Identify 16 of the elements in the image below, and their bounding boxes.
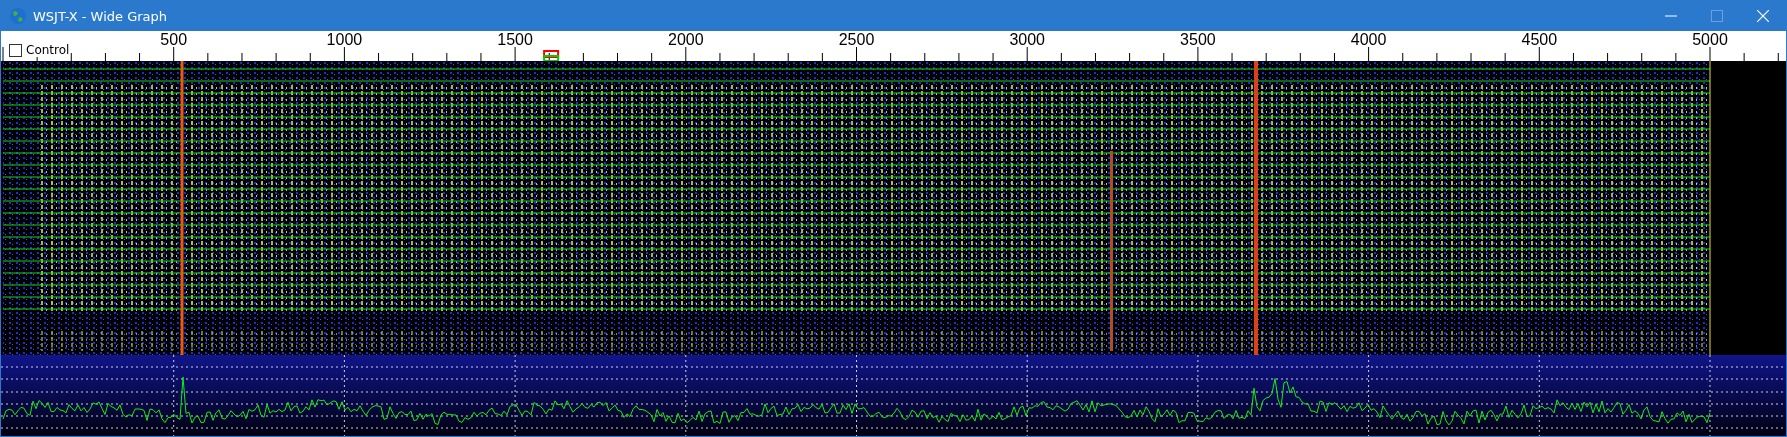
frequency-label: 3500 [1180, 31, 1216, 48]
frequency-label: 4500 [1521, 31, 1558, 48]
close-icon [1757, 10, 1769, 22]
frequency-label: 1000 [326, 31, 363, 48]
frequency-label: 2000 [668, 31, 704, 48]
frequency-label: 3000 [1009, 31, 1045, 48]
frequency-label: 5000 [1692, 31, 1728, 48]
maximize-icon [1711, 10, 1723, 22]
control-checkbox[interactable]: Control [9, 43, 70, 57]
frequency-marker[interactable] [543, 50, 560, 61]
globe-icon [9, 7, 27, 25]
frequency-label: 2500 [838, 31, 875, 48]
frequency-label: 500 [160, 31, 188, 48]
window-title: WSJT-X - Wide Graph [33, 8, 168, 24]
frequency-label: 1500 [497, 31, 533, 48]
frequency-label: 4000 [1350, 31, 1387, 48]
